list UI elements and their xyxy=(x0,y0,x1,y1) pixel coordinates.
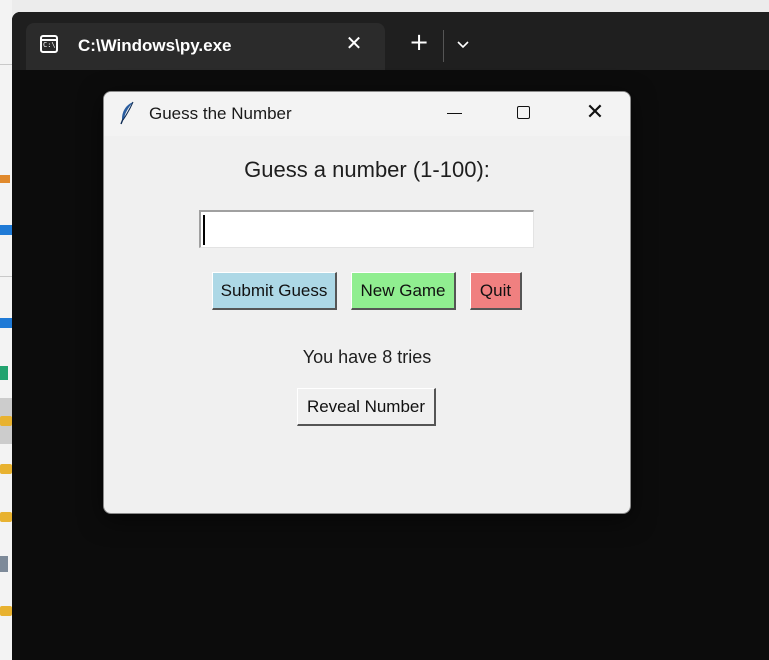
divider xyxy=(0,276,12,277)
guess-prompt-label: Guess a number (1-100): xyxy=(244,157,490,182)
quit-label: Quit xyxy=(479,280,512,300)
tab-py-exe[interactable]: C:\ C:\Windows\py.exe ✕ xyxy=(26,23,385,70)
app-icon xyxy=(0,225,12,235)
tab-separator xyxy=(443,30,444,62)
document-icon xyxy=(0,556,8,572)
text-caret xyxy=(203,215,205,245)
new-game-label: New Game xyxy=(360,280,446,300)
new-tab-button[interactable]: + xyxy=(407,30,431,55)
guess-input[interactable] xyxy=(199,210,534,248)
reveal-number-label: Reveal Number xyxy=(306,396,426,416)
tab-bar: C:\ C:\Windows\py.exe ✕ + xyxy=(12,12,769,70)
app-icon xyxy=(0,175,10,183)
reveal-number-button[interactable]: Reveal Number xyxy=(297,388,436,426)
app-icon xyxy=(0,318,12,328)
chevron-down-icon[interactable] xyxy=(455,36,471,52)
close-window-icon[interactable]: ✕ xyxy=(584,102,606,124)
maximize-icon[interactable] xyxy=(517,106,530,119)
submit-guess-button[interactable]: Submit Guess xyxy=(212,272,337,310)
console-icon-text: C:\ xyxy=(43,41,56,49)
folder-icon xyxy=(0,464,12,474)
title-bar[interactable]: Guess the Number ✕ xyxy=(104,92,630,136)
feather-icon xyxy=(118,101,138,125)
tab-title: C:\Windows\py.exe xyxy=(78,36,232,55)
new-game-button[interactable]: New Game xyxy=(351,272,456,310)
download-icon xyxy=(0,366,8,380)
divider xyxy=(0,64,12,65)
console-icon: C:\ xyxy=(40,35,58,53)
tries-status-label: You have 8 tries xyxy=(302,347,432,367)
close-tab-icon[interactable]: ✕ xyxy=(344,33,364,53)
submit-guess-label: Submit Guess xyxy=(220,280,328,300)
quit-button[interactable]: Quit xyxy=(470,272,522,310)
folder-icon xyxy=(0,606,12,616)
background-explorer-strip xyxy=(0,0,12,660)
window-title: Guess the Number xyxy=(149,104,292,123)
minimize-icon[interactable] xyxy=(447,113,462,114)
guess-the-number-window: Guess the Number ✕ Guess a number (1-100… xyxy=(103,91,631,514)
folder-icon xyxy=(0,512,12,522)
folder-icon xyxy=(0,416,12,426)
